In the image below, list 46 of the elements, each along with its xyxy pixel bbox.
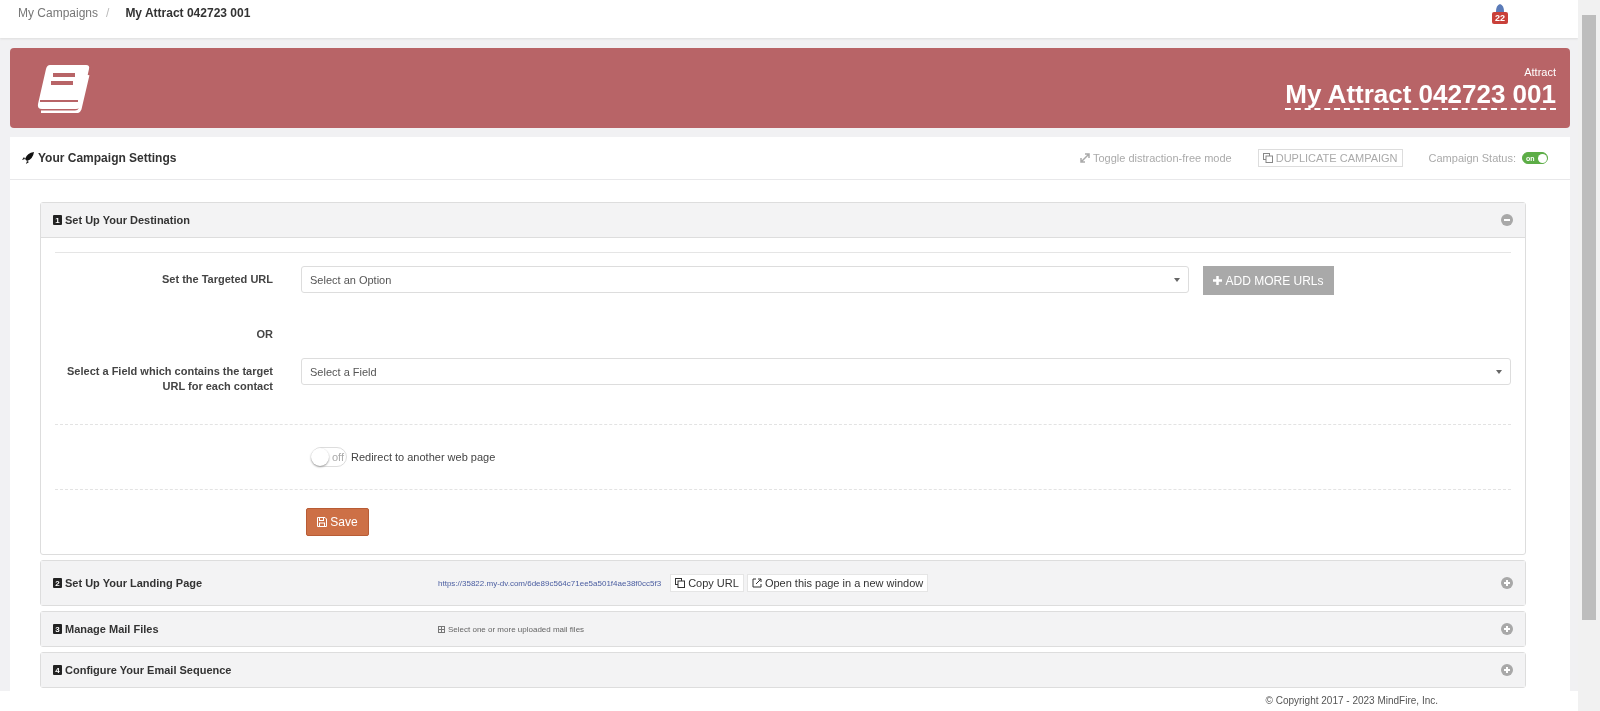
breadcrumb-link[interactable]: My Campaigns (18, 6, 99, 20)
book-icon (36, 63, 92, 113)
step-number: 1 (53, 215, 62, 225)
notification-button[interactable]: 22 (1492, 4, 1508, 24)
redirect-label: Redirect to another web page (351, 451, 496, 463)
section-header[interactable]: 2 Set Up Your Landing Page https://35822.my-dv.com/6de89c564c71ee5a501f4ae38f0cc5f3 Copy URL Open this page in a new window (41, 561, 1525, 605)
copy-url-button[interactable]: Copy URL (670, 574, 744, 592)
copy-icon (675, 578, 686, 588)
campaign-title[interactable]: My Attract 042723 001 (1285, 80, 1556, 111)
bell-icon (1495, 4, 1505, 12)
section-header[interactable]: 3 Manage Mail Files Select one or more uploaded mail files (41, 612, 1525, 646)
copy-icon (1262, 153, 1273, 163)
breadcrumb-separator: / (106, 6, 110, 20)
collapse-icon[interactable] (1501, 214, 1513, 226)
field-label: Select a Field which contains the target URL for each contact (66, 364, 273, 394)
expand-icon (1079, 153, 1090, 163)
notification-count: 22 (1492, 12, 1508, 24)
expand-icon[interactable] (1501, 664, 1513, 676)
rocket-icon (22, 152, 34, 164)
status-label: Campaign Status: (1428, 152, 1516, 164)
current-page-title: My Attract 042723 001 (125, 6, 251, 20)
section-header[interactable]: 1 Set Up Your Destination (41, 203, 1525, 237)
section-title: Set Up Your Landing Page (65, 577, 204, 589)
settings-title: Your Campaign Settings (38, 151, 177, 165)
open-page-button[interactable]: Open this page in a new window (746, 574, 929, 592)
landing-page-url[interactable]: https://35822.my-dv.com/6de89c564c71ee5a501f4ae38f0cc5f3 (438, 578, 662, 588)
plus-icon (1213, 276, 1223, 285)
step-number: 2 (53, 578, 62, 588)
expand-icon[interactable] (1501, 623, 1513, 635)
step-number: 3 (53, 624, 62, 634)
field-label: Set the Targeted URL (160, 272, 273, 287)
expand-icon[interactable] (1501, 577, 1513, 589)
url-select[interactable]: Select an Option (301, 266, 1189, 293)
section-header[interactable]: 4 Configure Your Email Sequence (41, 653, 1525, 687)
section-title: Manage Mail Files (65, 623, 160, 635)
field-select[interactable]: Select a Field (301, 358, 1511, 385)
campaign-type: Attract (1524, 65, 1556, 78)
save-button[interactable]: Save (306, 508, 369, 536)
step-number: 4 (53, 665, 62, 675)
or-label: OR (255, 327, 273, 342)
section-title: Set Up Your Destination (65, 214, 191, 226)
external-link-icon (751, 578, 762, 588)
grid-icon (438, 625, 445, 633)
section-title: Configure Your Email Sequence (65, 664, 233, 676)
copyright-text: © Copyright 2017 - 2023 MindFire, Inc. (1265, 695, 1438, 708)
mail-files-hint: Select one or more uploaded mail files (448, 624, 585, 634)
